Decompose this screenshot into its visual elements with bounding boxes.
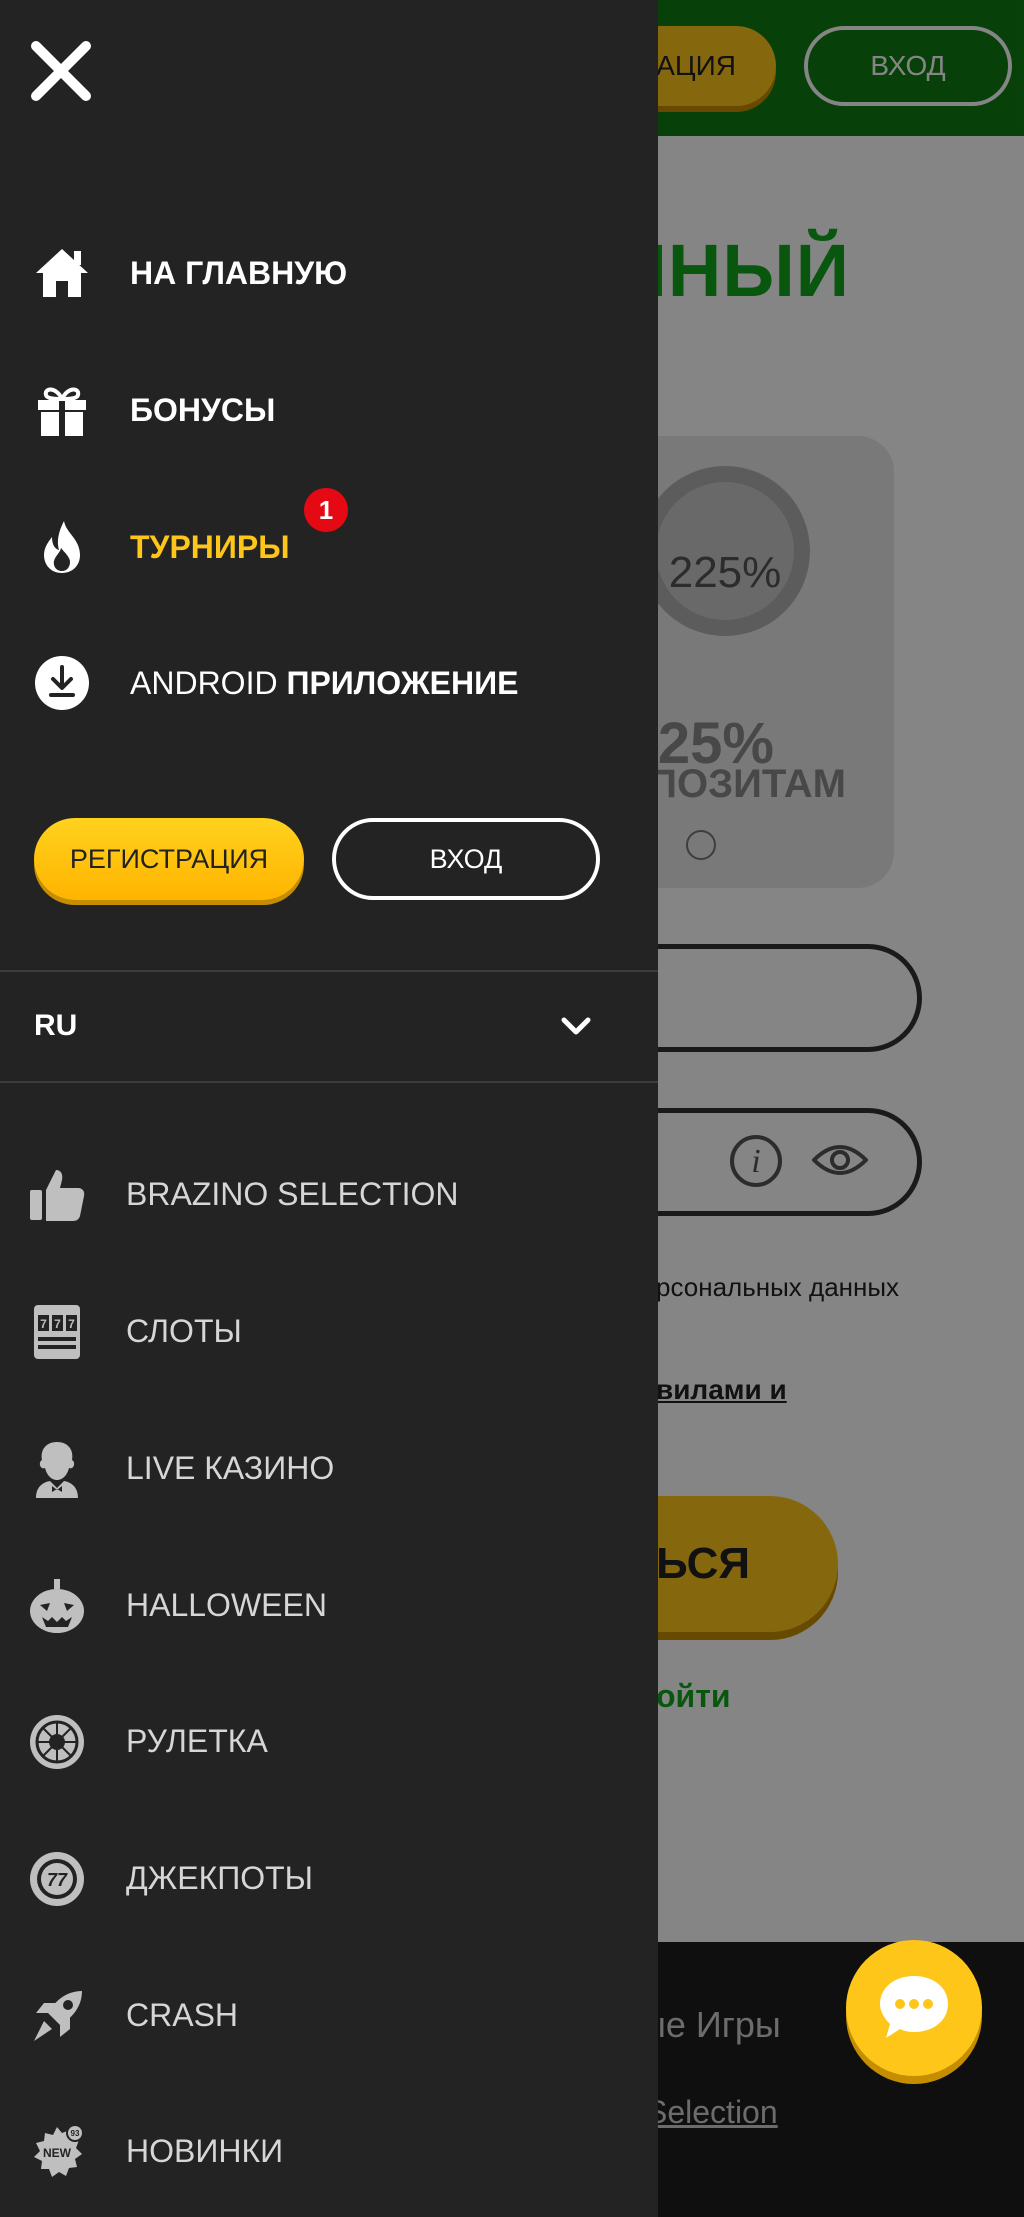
dealer-icon	[36, 1442, 78, 1498]
flame-icon	[44, 521, 80, 573]
category-label: РУЛЕТКА	[126, 1723, 268, 1759]
category-label: ДЖЕКПОТЫ	[126, 1860, 313, 1896]
notification-badge: 1	[304, 488, 348, 532]
new-badge-icon: NEW 93	[34, 2124, 84, 2177]
rocket-icon	[34, 1991, 82, 2041]
login-button[interactable]: ВХОД	[332, 818, 600, 900]
nav-label-tournaments: ТУРНИРЫ	[130, 529, 290, 565]
register-button[interactable]: РЕГИСТРАЦИЯ	[34, 818, 304, 900]
nav-item-android-app[interactable]: ANDROID ПРИЛОЖЕНИЕ	[0, 643, 658, 723]
language-selector[interactable]: RU	[0, 972, 658, 1080]
category-roulette[interactable]: РУЛЕТКА	[0, 1701, 658, 1781]
gift-icon	[38, 387, 86, 436]
category-jackpots[interactable]: 77 ДЖЕКПОТЫ	[0, 1838, 658, 1918]
new-count-text: 93	[71, 2129, 80, 2138]
nav-label-home: НА ГЛАВНУЮ	[130, 255, 348, 291]
category-label: НОВИНКИ	[126, 2133, 284, 2169]
chat-button[interactable]	[846, 1940, 982, 2076]
nav-label-android-app: ANDROID ПРИЛОЖЕНИЕ	[130, 643, 518, 723]
nav-label-android-platform: ANDROID	[130, 665, 287, 701]
category-label: LIVE КАЗИНО	[126, 1450, 335, 1486]
category-halloween[interactable]: HALLOWEEN	[0, 1565, 658, 1645]
nav-item-bonuses[interactable]: БОНУСЫ	[0, 370, 658, 450]
nav-label-bonuses: БОНУСЫ	[130, 392, 276, 428]
category-label: HALLOWEEN	[126, 1587, 327, 1623]
category-crash[interactable]: CRASH	[0, 1975, 658, 2055]
roulette-icon	[30, 1715, 84, 1769]
category-label: СЛОТЫ	[126, 1313, 242, 1349]
category-live-casino[interactable]: LIVE КАЗИНО	[0, 1428, 658, 1508]
chat-bubble-icon	[880, 1976, 948, 2038]
jackpot-icon-text: 77	[47, 1870, 68, 1890]
thumbs-up-icon	[30, 1170, 85, 1221]
chevron-down-icon	[561, 1017, 591, 1035]
category-new[interactable]: NEW 93 НОВИНКИ	[0, 2111, 658, 2191]
slot-machine-icon: 7 7 7	[34, 1305, 80, 1359]
language-code: RU	[34, 1009, 78, 1042]
divider	[0, 1081, 658, 1083]
category-brazino-selection[interactable]: BRAZINO SELECTION	[0, 1154, 658, 1234]
home-icon	[36, 249, 88, 297]
svg-text:7: 7	[40, 1317, 47, 1331]
side-menu: НА ГЛАВНУЮ БОНУСЫ ТУРНИРЫ 1 ANDROID ПРИЛ…	[0, 0, 658, 2217]
category-label: BRAZINO SELECTION	[126, 1176, 459, 1212]
download-icon	[35, 656, 89, 710]
svg-text:7: 7	[68, 1317, 75, 1331]
svg-text:7: 7	[54, 1317, 61, 1331]
nav-label-android-app-word: ПРИЛОЖЕНИЕ	[286, 665, 519, 701]
pumpkin-icon	[30, 1579, 84, 1633]
new-badge-text: NEW	[43, 2146, 72, 2160]
close-icon[interactable]	[30, 40, 92, 102]
category-label: CRASH	[126, 1997, 239, 2033]
category-slots[interactable]: 7 7 7 СЛОТЫ	[0, 1291, 658, 1371]
nav-item-home[interactable]: НА ГЛАВНУЮ	[0, 233, 658, 313]
jackpot-icon: 77	[30, 1852, 84, 1906]
